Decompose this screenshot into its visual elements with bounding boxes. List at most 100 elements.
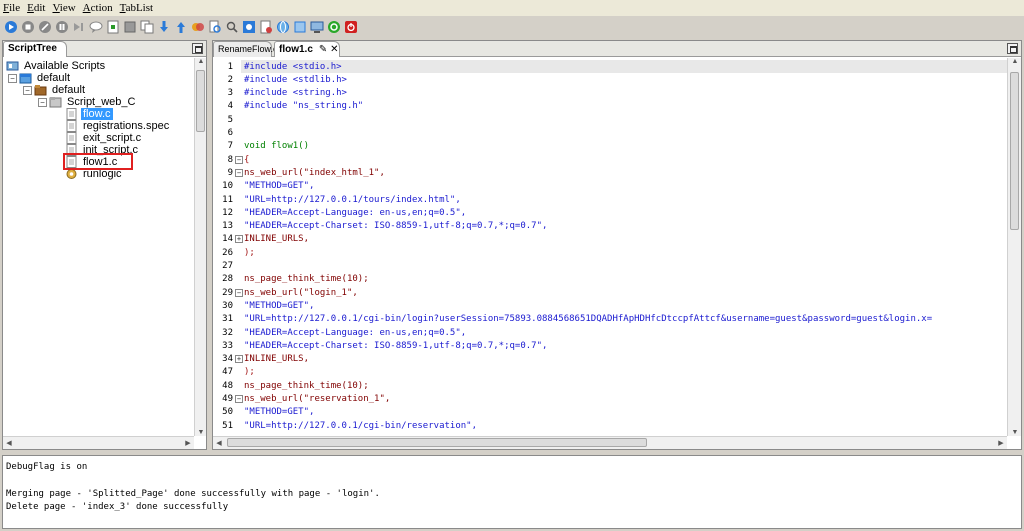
collapse-fold-icon[interactable]: − — [235, 288, 243, 297]
code-area[interactable]: 1 #include <stdio.h> 2 #include <stdlib.h> 3… — [213, 58, 1007, 436]
code-text: "METHOD=GET", — [244, 300, 315, 311]
upload-icon[interactable] — [174, 20, 188, 34]
code-line[interactable]: 34 + INLINE_URLS, — [213, 353, 1007, 366]
scroll-right-arrow[interactable]: ▶ — [182, 439, 194, 447]
copy-icon[interactable] — [140, 20, 154, 34]
pause-icon[interactable] — [55, 20, 69, 34]
scroll-thumb[interactable] — [196, 70, 205, 132]
scroll-left-arrow[interactable]: ◀ — [213, 439, 225, 447]
collapse-icon[interactable]: − — [8, 73, 17, 83]
code-line[interactable]: 29− ns_web_url("login_1", — [213, 286, 1007, 299]
tree-node-registrations-spec[interactable]: registrations.spec — [65, 120, 171, 132]
code-line[interactable]: 49− ns_web_url("reservation_1", — [213, 393, 1007, 406]
tree-label: registrations.spec — [83, 120, 170, 132]
highlight-box — [63, 153, 133, 170]
scroll-right-arrow[interactable]: ▶ — [995, 439, 1007, 447]
tree-node-default-subproject[interactable]: − default — [23, 84, 87, 96]
scroll-down-arrow[interactable]: ▼ — [1009, 429, 1021, 436]
globe-icon[interactable] — [276, 20, 290, 34]
stop-icon[interactable] — [21, 20, 35, 34]
code-line[interactable]: 9− ns_web_url("index_html_1", — [213, 166, 1007, 179]
menu-edit[interactable]: Edit — [27, 2, 45, 14]
find-icon[interactable] — [208, 20, 222, 34]
power-icon[interactable] — [344, 20, 358, 34]
collapse-fold-icon[interactable]: − — [235, 168, 243, 177]
code-line[interactable]: 10 "METHOD=GET", — [213, 180, 1007, 193]
code-line[interactable]: 47); — [213, 366, 1007, 379]
editor-horizontal-scrollbar[interactable]: ◀ ▶ — [213, 436, 1007, 449]
code-line[interactable]: 27 — [213, 260, 1007, 273]
code-line[interactable]: 50 "METHOD=GET", — [213, 406, 1007, 419]
collapse-fold-icon[interactable]: − — [235, 395, 243, 403]
tree-node-flow-c[interactable]: flow.c — [65, 108, 113, 120]
replace-icon[interactable] — [225, 20, 239, 34]
code-line[interactable]: 13 "HEADER=Accept-Charset: ISO-8859-1,utf… — [213, 220, 1007, 233]
tree-node-exit-script-c[interactable]: exit_script.c — [65, 132, 143, 144]
code-line[interactable]: 1 #include <stdio.h> — [213, 60, 1007, 73]
settings-icon[interactable] — [242, 20, 256, 34]
stop-square-icon[interactable] — [123, 20, 137, 34]
code-line[interactable]: 28 ns_page_think_time(10); — [213, 273, 1007, 286]
code-line[interactable]: 12 "HEADER=Accept-Language: en-us,en;q=0.… — [213, 206, 1007, 219]
menu-tablist[interactable]: TabList — [120, 2, 153, 14]
code-text: "METHOD=GET", — [244, 181, 315, 192]
add-page-icon[interactable] — [106, 20, 120, 34]
tree-horizontal-scrollbar[interactable]: ◀ ▶ — [3, 436, 194, 449]
scroll-thumb[interactable] — [1010, 72, 1019, 230]
code-line[interactable]: 30 "METHOD=GET", — [213, 299, 1007, 312]
close-tab-icon[interactable]: ✎ ✕ — [319, 44, 339, 55]
run-icon[interactable] — [4, 20, 18, 34]
line-number: 12 — [222, 207, 233, 218]
report-icon[interactable] — [293, 20, 307, 34]
editor-vertical-scrollbar[interactable]: ▲ ▼ — [1007, 58, 1021, 436]
code-line[interactable]: 7 void flow1() — [213, 140, 1007, 153]
menu-file[interactable]: File — [3, 2, 20, 14]
code-line[interactable]: 48 ns_page_think_time(10); — [213, 379, 1007, 392]
code-line[interactable]: 3 #include <string.h> — [213, 87, 1007, 100]
expand-fold-icon[interactable]: + — [235, 355, 243, 364]
tree-node-script-web-c[interactable]: − Script_web_C — [38, 96, 137, 108]
code-line[interactable]: 33 "HEADER=Accept-Charset: ISO-8859-1,utf… — [213, 339, 1007, 352]
console-output[interactable]: DebugFlag is on Merging page - 'Splitted… — [2, 455, 1022, 529]
code-line[interactable]: 2 #include <stdlib.h> — [213, 73, 1007, 86]
code-line[interactable]: 8−{ — [213, 153, 1007, 166]
code-line[interactable]: 6 — [213, 127, 1007, 140]
refresh-icon[interactable] — [327, 20, 341, 34]
code-line[interactable]: 32 "HEADER=Accept-Language: en-us,en;q=0.… — [213, 326, 1007, 339]
collapse-fold-icon[interactable]: − — [235, 155, 243, 164]
monitor-icon[interactable] — [310, 20, 324, 34]
cancel-icon[interactable] — [38, 20, 52, 34]
menu-view[interactable]: View — [52, 2, 75, 14]
tab-script-tree[interactable]: ScriptTree — [3, 41, 67, 57]
doc-check-icon[interactable] — [259, 20, 273, 34]
scroll-left-arrow[interactable]: ◀ — [3, 439, 15, 447]
scroll-up-arrow[interactable]: ▲ — [195, 58, 207, 65]
code-line[interactable]: 14 + INLINE_URLS, — [213, 233, 1007, 246]
download-icon[interactable] — [157, 20, 171, 34]
step-icon[interactable] — [72, 20, 86, 34]
code-line[interactable]: 4 #include "ns_string.h" — [213, 100, 1007, 113]
file-icon — [65, 108, 78, 120]
scroll-thumb[interactable] — [227, 438, 647, 447]
code-line[interactable]: 11 "URL=http://127.0.0.1/tours/index.html… — [213, 193, 1007, 206]
tab-flow1-c[interactable]: flow1.c ✎ ✕ — [274, 41, 340, 57]
expand-fold-icon[interactable]: + — [235, 235, 243, 244]
maximize-panel-icon[interactable] — [192, 43, 203, 54]
menu-action[interactable]: Action — [83, 2, 113, 14]
code-line[interactable]: 26); — [213, 246, 1007, 259]
scroll-up-arrow[interactable]: ▲ — [1009, 58, 1021, 65]
code-text: INLINE_URLS, — [244, 234, 310, 245]
collapse-icon[interactable]: − — [23, 85, 32, 95]
code-line[interactable]: 51 "URL=http://127.0.0.1/cgi-bin/reservat… — [213, 419, 1007, 432]
collapse-icon[interactable]: − — [38, 97, 47, 107]
tree-node-default-project[interactable]: − default — [8, 72, 72, 84]
tab-renameflow-c[interactable]: RenameFlow.c — [213, 41, 278, 57]
comment-icon[interactable] — [89, 20, 103, 34]
scroll-down-arrow[interactable]: ▼ — [195, 429, 207, 436]
transaction-icon[interactable] — [191, 20, 205, 34]
code-line[interactable]: 5 — [213, 113, 1007, 126]
maximize-editor-icon[interactable] — [1007, 43, 1018, 54]
tree-node-available-scripts[interactable]: Available Scripts — [6, 60, 107, 72]
code-line[interactable]: 31 "URL=http://127.0.0.1/cgi-bin/login?us… — [213, 313, 1007, 326]
tree-vertical-scrollbar[interactable]: ▲ ▼ — [194, 58, 206, 436]
